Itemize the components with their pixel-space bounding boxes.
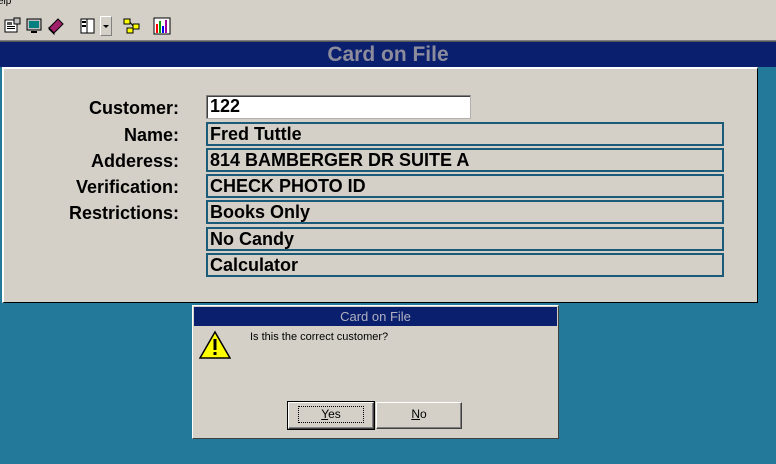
- name-field: Fred Tuttle: [206, 122, 724, 146]
- layout-icon[interactable]: [78, 16, 98, 36]
- confirm-dialog: Card on File Is this the correct custome…: [192, 305, 559, 439]
- no-label: o: [419, 407, 427, 421]
- network-icon[interactable]: [122, 16, 142, 36]
- properties-icon[interactable]: [2, 16, 22, 36]
- restriction-item: Books Only: [206, 200, 724, 224]
- yes-button[interactable]: Yes: [287, 401, 375, 430]
- address-field: 814 BAMBERGER DR SUITE A: [206, 148, 724, 172]
- verification-label: Verification:: [75, 177, 179, 197]
- warning-icon: [198, 330, 232, 360]
- menu-bar: elp: [0, 0, 776, 12]
- address-label: Adderess:: [90, 151, 179, 171]
- customer-input[interactable]: 122: [206, 95, 471, 119]
- yes-label: es: [328, 407, 341, 421]
- customer-label: Customer:: [88, 98, 179, 118]
- menu-item-help[interactable]: elp: [0, 0, 11, 7]
- verification-field: CHECK PHOTO ID: [206, 174, 724, 198]
- restriction-item: Calculator: [206, 253, 724, 277]
- name-label: Name:: [123, 125, 179, 145]
- dialog-message: Is this the correct customer?: [250, 331, 389, 343]
- restrictions-label: Restrictions:: [68, 203, 179, 223]
- restriction-item: No Candy: [206, 227, 724, 251]
- no-mnemonic: N: [411, 407, 420, 421]
- bar-chart-icon[interactable]: [152, 16, 172, 36]
- window-title: Card on File: [0, 41, 776, 67]
- no-button[interactable]: No: [376, 402, 462, 429]
- monitor-icon[interactable]: [24, 16, 44, 36]
- book-icon[interactable]: [46, 16, 66, 36]
- toolbar: [0, 12, 776, 41]
- card-on-file-panel: Customer: 122 Name: Fred Tuttle Adderess…: [2, 67, 758, 303]
- dialog-title: Card on File: [194, 307, 557, 326]
- layout-dropdown-button[interactable]: [100, 16, 112, 36]
